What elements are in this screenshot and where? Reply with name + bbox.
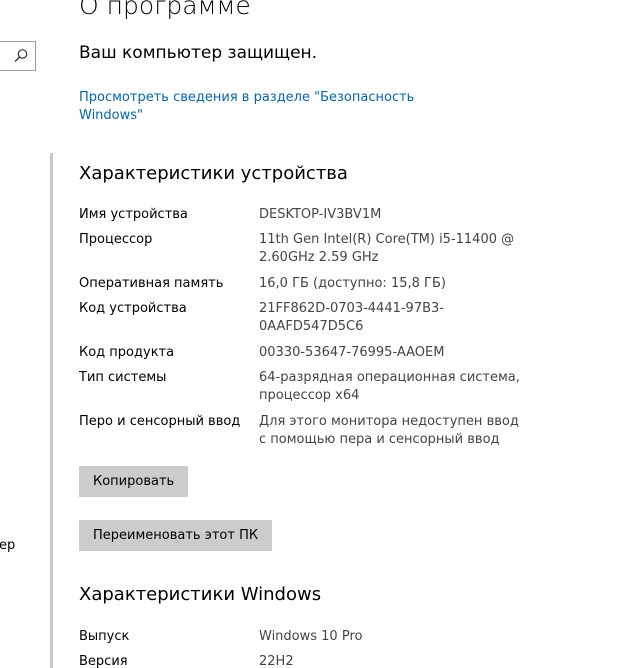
spec-value: 11th Gen Intel(R) Core(TM) i5-11400 @ 2.… <box>259 232 515 265</box>
search-input[interactable] <box>0 41 36 71</box>
spec-value: 22H2 <box>259 654 294 668</box>
rename-pc-button[interactable]: Переименовать этот ПК <box>79 520 273 551</box>
spec-label: Код устройства <box>79 301 187 316</box>
spec-label: Процессор <box>79 232 153 247</box>
spec-label: Имя устройства <box>79 207 188 222</box>
device-specs-heading: Характеристики устройства <box>79 163 348 184</box>
spec-value: Для этого монитора недоступен ввод с пом… <box>259 414 519 447</box>
spec-label: Код продукта <box>79 345 175 360</box>
spec-value: Windows 10 Pro <box>259 629 363 644</box>
sidebar-scrollbar[interactable] <box>50 153 53 668</box>
spec-value: 64-разрядная операционная система, проце… <box>259 370 520 403</box>
page-title: О программе <box>79 0 251 20</box>
copy-button[interactable]: Копировать <box>79 466 189 497</box>
security-details-link[interactable]: Просмотреть сведения в разделе "Безопасн… <box>79 89 419 125</box>
spec-value: 21FF862D-0703-4441-97B3-0AAFD547D5C6 <box>259 301 444 334</box>
settings-window: ер О программе Ваш компьютер защищен. Пр… <box>0 0 624 668</box>
sidebar: ер <box>0 0 56 668</box>
spec-label: Версия <box>79 654 128 668</box>
spec-value: DESKTOP-IV3BV1M <box>259 207 382 222</box>
security-link-line1: Просмотреть сведения в разделе "Безопасн… <box>79 90 415 105</box>
security-link-line2: Windows" <box>79 108 144 123</box>
spec-label: Перо и сенсорный ввод <box>79 414 241 429</box>
spec-value: 16,0 ГБ (доступно: 15,8 ГБ) <box>259 276 446 291</box>
windows-specs-heading: Характеристики Windows <box>79 584 322 605</box>
search-icon[interactable] <box>13 48 29 64</box>
spec-label: Выпуск <box>79 629 130 644</box>
spec-label: Оперативная память <box>79 276 224 291</box>
sidebar-item-partial[interactable]: ер <box>0 538 15 553</box>
spec-value: 00330-53647-76995-AAOEM <box>259 345 445 360</box>
security-status: Ваш компьютер защищен. <box>79 43 318 63</box>
spec-label: Тип системы <box>79 370 167 385</box>
